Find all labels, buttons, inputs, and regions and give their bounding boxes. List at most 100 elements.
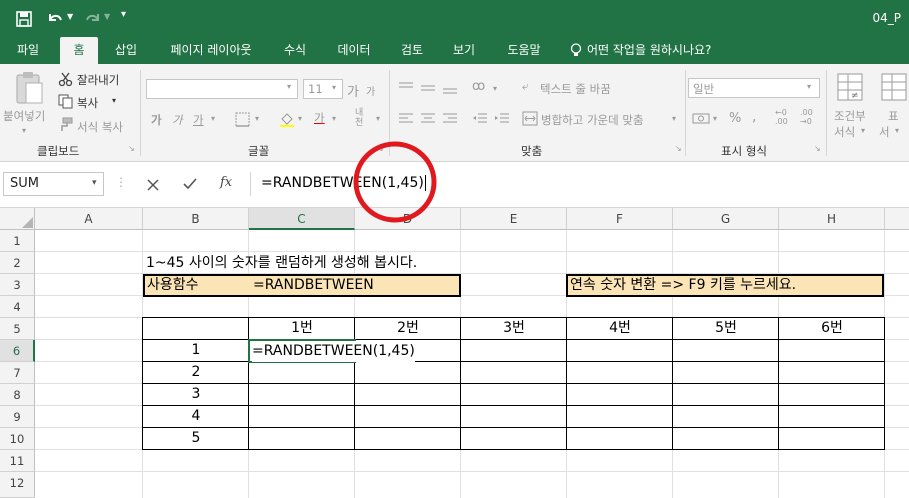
customize-qat-icon[interactable]: ▾ [121,9,126,20]
cell-c6-editing[interactable]: =RANDBETWEEN(1,45) [252,341,415,362]
font-name-combo[interactable] [146,79,298,99]
tab-home[interactable]: 홈 [60,37,98,64]
wrap-text-button[interactable]: 텍스트 줄 바꿈 [540,81,611,97]
table-header-cell[interactable]: 5번 [673,318,779,339]
bold-button[interactable]: 가 [151,112,162,128]
format-as-table-label[interactable]: 표 [888,108,899,124]
accounting-dropdown-icon[interactable]: ▾ [713,114,717,123]
decrease-indent-icon[interactable] [472,112,488,126]
font-size-dropdown-icon[interactable]: ▾ [332,83,336,92]
cell-f3[interactable]: 연속 숫자 변환 => F9 키를 누르세요. [570,275,796,296]
save-icon[interactable] [16,11,32,27]
row-header-1[interactable]: 1 [0,230,35,252]
table-header-cell[interactable]: 6번 [779,318,885,339]
align-center-icon[interactable] [420,112,436,126]
copy-dropdown-icon[interactable]: ▾ [112,96,116,105]
col-header-a[interactable]: A [35,208,143,230]
name-box-dropdown-icon[interactable]: ▾ [92,178,97,188]
underline-button[interactable]: 가 [193,112,204,128]
format-as-table-dropdown-icon[interactable]: ▾ [895,126,899,135]
row-header-8[interactable]: 8 [0,384,35,406]
align-right-icon[interactable] [442,112,458,126]
font-color-dropdown-icon[interactable]: ▾ [332,114,336,123]
cell-b3[interactable]: 사용함수 [147,275,199,296]
percent-button[interactable]: % [729,111,741,126]
col-header-h[interactable]: H [779,208,885,230]
formula-input[interactable]: =RANDBETWEEN(1,45) [250,172,909,196]
orientation-icon[interactable]: ꝏ [472,79,485,94]
fill-color-icon[interactable] [279,111,295,127]
row-header-6[interactable]: 6 [0,340,35,362]
enter-checkmark-icon[interactable] [182,177,198,191]
table-index-cell[interactable]: 5 [143,428,249,449]
paste-label[interactable]: 붙여넣기 [3,108,45,124]
tab-file[interactable]: 파일 [8,37,48,64]
tab-view[interactable]: 보기 [444,37,484,64]
paste-dropdown-icon[interactable]: ▾ [22,126,26,135]
decrease-decimal-icon[interactable]: .00 →0 [800,108,813,126]
font-color-button[interactable]: 가 [314,110,325,126]
number-format-dropdown-icon[interactable]: ▾ [807,82,811,91]
table-header-cell[interactable]: 2번 [355,318,461,339]
row-header-11[interactable]: 11 [0,450,35,472]
col-header-e[interactable]: E [461,208,567,230]
number-launcher-icon[interactable]: ↘ [814,144,821,153]
accounting-format-icon[interactable] [692,111,710,126]
orientation-dropdown-icon[interactable]: ▾ [493,84,497,93]
clipboard-launcher-icon[interactable]: ↘ [128,144,135,153]
align-bottom-icon[interactable] [442,81,458,95]
name-box[interactable]: SUM ▾ [3,172,104,196]
undo-icon[interactable] [46,10,64,28]
format-as-table-icon[interactable] [880,72,908,102]
comma-style-icon[interactable]: , [752,109,756,125]
merge-dropdown-icon[interactable]: ▾ [672,114,676,123]
cell-c3[interactable]: =RANDBETWEEN [253,275,374,296]
format-as-table-label-2[interactable]: 서 [879,124,890,140]
grow-font-button[interactable]: 가 [347,81,359,100]
tab-review[interactable]: 검토 [392,37,432,64]
row-header-5[interactable]: 5 [0,318,35,340]
col-header-c[interactable]: C [249,208,355,230]
alignment-launcher-icon[interactable]: ↘ [675,144,682,153]
conditional-formatting-dropdown-icon[interactable]: ▾ [861,126,865,135]
tab-data[interactable]: 데이터 [328,37,380,64]
font-name-dropdown-icon[interactable]: ▾ [287,82,291,91]
table-index-cell[interactable]: 4 [143,406,249,427]
increase-decimal-icon[interactable]: ←0.00 [775,108,788,126]
conditional-formatting-label[interactable]: 조건부 [834,108,866,124]
tab-help[interactable]: 도움말 [497,37,551,64]
row-header-10[interactable]: 10 [0,428,35,450]
tab-page-layout[interactable]: 페이지 레이아웃 [159,37,263,64]
col-header-g[interactable]: G [673,208,779,230]
phonetic-dropdown-icon[interactable]: ▾ [376,114,380,123]
table-header-cell[interactable]: 3번 [461,318,567,339]
align-left-icon[interactable] [398,112,414,126]
row-header-2[interactable]: 2 [0,252,35,274]
font-size-combo[interactable]: 11 ▾ [303,79,343,99]
tab-formulas[interactable]: 수식 [275,37,315,64]
insert-function-button[interactable]: fx [220,175,232,190]
row-header-4[interactable]: 4 [0,296,35,318]
redo-dropdown-icon[interactable]: ▼ [104,12,110,21]
paste-icon[interactable] [14,70,44,106]
conditional-formatting-label-2[interactable]: 서식 [834,124,855,140]
row-header-7[interactable]: 7 [0,362,35,384]
cut-button[interactable]: 잘라내기 [77,72,119,88]
col-header-partial[interactable] [885,208,909,230]
col-header-f[interactable]: F [567,208,673,230]
tell-me-search[interactable]: 어떤 작업을 원하시나요? [587,37,727,64]
table-index-cell[interactable]: 1 [143,340,249,361]
cell-b2[interactable]: 1~45 사이의 숫자를 랜덤하게 생성해 봅시다. [146,253,417,274]
number-format-combo[interactable]: 일반 ▾ [688,78,820,98]
table-index-cell[interactable]: 3 [143,384,249,405]
col-header-b[interactable]: B [143,208,249,230]
row-header-12[interactable]: 12 [0,472,35,498]
italic-button[interactable]: 가 [172,112,183,128]
table-index-cell[interactable]: 2 [143,362,249,383]
merge-center-button[interactable]: 병합하고 가운데 맞춤 [541,112,644,128]
row-header-3[interactable]: 3 [0,274,35,296]
underline-dropdown-icon[interactable]: ▾ [211,114,215,123]
worksheet-grid[interactable]: A B C D E F G H 1 2 3 4 5 6 7 8 9 10 11 … [0,141,909,498]
copy-button[interactable]: 복사 [77,95,98,111]
format-painter-button[interactable]: 서식 복사 [77,119,123,135]
